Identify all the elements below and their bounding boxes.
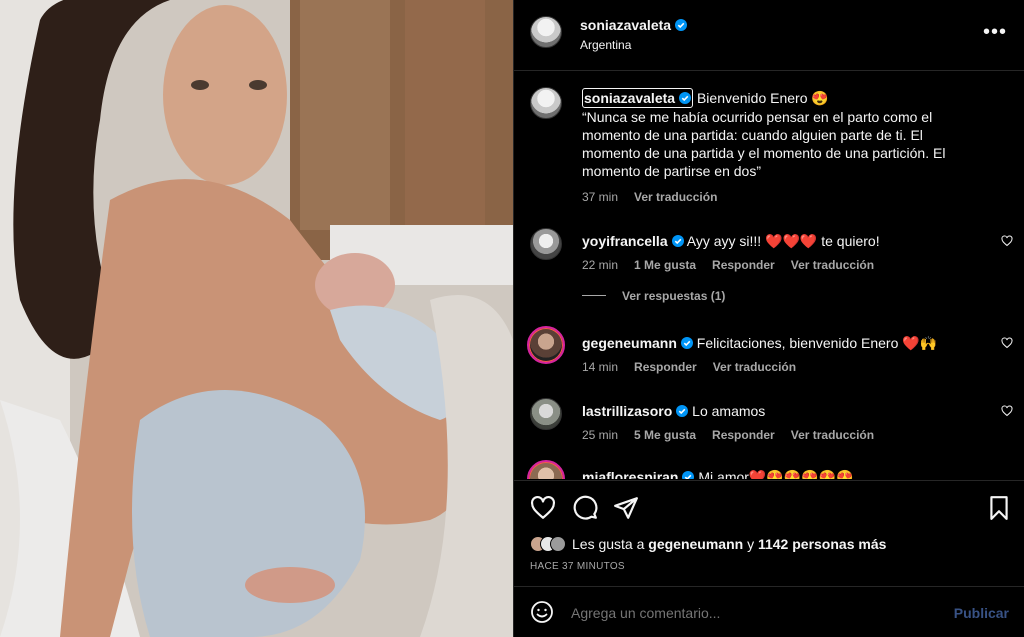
likes-prefix: Les gusta a (572, 536, 645, 552)
like-comment-heart-icon[interactable] (1001, 235, 1013, 247)
replies-divider (582, 295, 606, 296)
add-comment-bar: Publicar (514, 586, 1024, 637)
comment-likes[interactable]: 1 Me gusta (634, 258, 696, 272)
commenter-avatar[interactable] (527, 326, 565, 364)
verified-badge-icon (671, 235, 684, 247)
post-header: soniazavaleta Argentina ••• (514, 0, 1024, 71)
comment-bubble-icon[interactable] (572, 495, 598, 521)
comment-input[interactable] (571, 605, 931, 621)
comment-time: 22 min (582, 258, 619, 272)
post-photo (0, 0, 513, 637)
publish-button[interactable]: Publicar (954, 605, 1009, 621)
author-username[interactable]: soniazavaleta (580, 17, 688, 33)
commenter-username[interactable]: miaflorespiran (582, 469, 678, 479)
reply-button[interactable]: Responder (712, 428, 775, 442)
verified-badge-icon (679, 92, 692, 104)
emoji-smiley-icon[interactable] (530, 600, 554, 624)
comment-item: gegeneumann Felicitaciones, bienvenido E… (514, 326, 1024, 390)
share-paper-plane-icon[interactable] (613, 495, 639, 521)
liker-avatar (550, 536, 566, 552)
commenter-username[interactable]: yoyifrancella (582, 233, 668, 249)
comments-section: soniazavaleta Bienvenido Enero 😍 “Nunca … (514, 72, 1024, 479)
caption-author-avatar[interactable] (530, 87, 562, 119)
comment-text: Felicitaciones, bienvenido Enero ❤️🙌 (696, 335, 938, 351)
commenter-username[interactable]: lastrillizasoro (582, 403, 672, 419)
reply-button[interactable]: Responder (712, 258, 775, 272)
caption-quote: “Nunca se me había ocurrido pensar en el… (582, 109, 946, 179)
comment-item: lastrillizasoro Lo amamos 25 min 5 Me gus… (514, 398, 1024, 458)
like-heart-icon[interactable] (530, 495, 556, 521)
verified-badge-icon (682, 471, 695, 479)
author-username-text[interactable]: soniazavaleta (580, 17, 671, 33)
translate-link[interactable]: Ver traducción (791, 258, 874, 272)
caption-time: 37 min (582, 190, 619, 204)
likes-connector: y (747, 536, 755, 552)
comment-time: 14 min (582, 360, 619, 374)
post-timestamp[interactable]: HACE 37 MINUTOS (530, 561, 625, 572)
comment-item: miaflorespiran Mi amor❤️😍😍😍😍😍 (514, 460, 1024, 479)
translate-link[interactable]: Ver traducción (713, 360, 796, 374)
view-replies-link[interactable]: Ver respuestas (1) (582, 289, 725, 303)
verified-badge-icon (675, 19, 688, 31)
post-location[interactable]: Argentina (580, 38, 631, 52)
verified-badge-icon (680, 337, 693, 349)
comment-text: Lo amamos (692, 403, 766, 419)
comment-item: yoyifrancella Ayy ayy si!!! ❤️❤️❤️ te qu… (514, 228, 1024, 288)
likes-summary[interactable]: Les gusta a gegeneumann y 1142 personas … (530, 536, 886, 552)
commenter-avatar[interactable] (530, 398, 562, 430)
mother-and-newborn-image (0, 0, 513, 637)
commenter-avatar[interactable] (530, 228, 562, 260)
comment-text: Mi amor❤️😍😍😍😍😍 (698, 469, 854, 479)
author-avatar[interactable] (530, 16, 562, 48)
like-comment-heart-icon[interactable] (1001, 337, 1013, 349)
translate-link[interactable]: Ver traducción (791, 428, 874, 442)
reply-button[interactable]: Responder (634, 360, 697, 374)
more-options-icon[interactable]: ••• (983, 22, 1007, 42)
comment-likes[interactable]: 5 Me gusta (634, 428, 696, 442)
like-comment-heart-icon[interactable] (1001, 405, 1013, 417)
comment-text: Ayy ayy si!!! ❤️❤️❤️ te quiero! (686, 233, 880, 249)
likes-user[interactable]: gegeneumann (648, 536, 743, 552)
comment-time: 25 min (582, 428, 619, 442)
likes-count[interactable]: 1142 personas más (758, 536, 886, 552)
verified-badge-icon (676, 405, 689, 417)
view-replies-text[interactable]: Ver respuestas (1) (622, 289, 725, 303)
caption-text: Bienvenido Enero 😍 (696, 90, 829, 106)
post-actions: Les gusta a gegeneumann y 1142 personas … (514, 480, 1024, 585)
commenter-avatar[interactable] (527, 460, 565, 479)
caption-username[interactable]: soniazavaleta (584, 90, 675, 106)
save-bookmark-icon[interactable] (986, 495, 1012, 521)
post-detail-panel: soniazavaleta Argentina ••• soniazavalet… (513, 0, 1024, 637)
commenter-username[interactable]: gegeneumann (582, 335, 677, 351)
caption-translate-link[interactable]: Ver traducción (634, 190, 717, 204)
